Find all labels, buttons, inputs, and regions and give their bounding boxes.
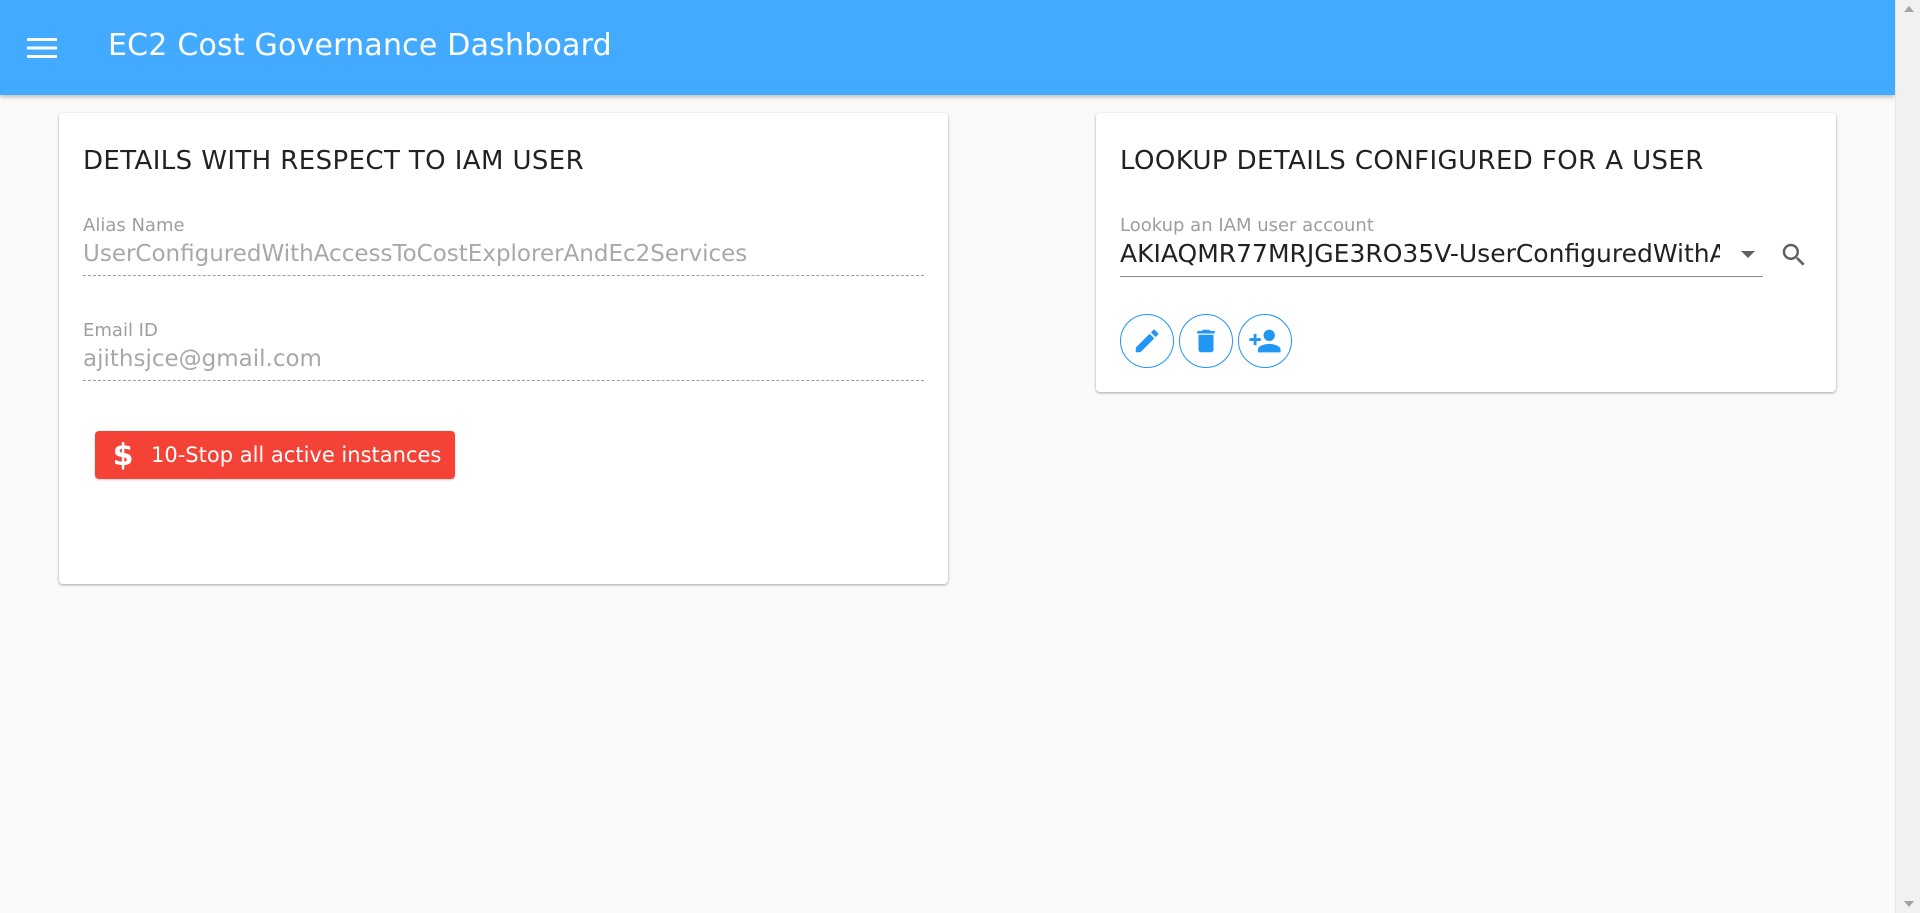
menu-icon xyxy=(27,38,57,58)
lookup-label: Lookup an IAM user account xyxy=(1120,215,1374,236)
iam-user-select-value: AKIAQMR77MRJGE3RO35V-UserConfiguredWithA… xyxy=(1120,239,1720,268)
app-title: EC2 Cost Governance Dashboard xyxy=(108,28,612,63)
alias-name-field: UserConfiguredWithAccessToCostExplorerAn… xyxy=(83,241,924,276)
card-title: DETAILS WITH RESPECT TO IAM USER xyxy=(83,146,585,176)
person-add-icon xyxy=(1249,329,1281,353)
app-bar: EC2 Cost Governance Dashboard xyxy=(0,0,1895,95)
search-icon xyxy=(1782,243,1805,266)
stop-all-instances-button[interactable]: $ 10-Stop all active instances xyxy=(95,431,455,479)
scroll-up-icon[interactable] xyxy=(1904,6,1914,12)
iam-user-details-card: DETAILS WITH RESPECT TO IAM USER Alias N… xyxy=(59,113,948,584)
iam-user-select[interactable]: AKIAQMR77MRJGE3RO35V-UserConfiguredWithA… xyxy=(1120,239,1763,277)
search-button[interactable] xyxy=(1776,237,1812,273)
scroll-down-icon[interactable] xyxy=(1904,901,1914,907)
delete-user-button[interactable] xyxy=(1179,314,1233,368)
edit-user-button[interactable] xyxy=(1120,314,1174,368)
dollar-icon: $ xyxy=(112,437,134,473)
email-id-label: Email ID xyxy=(83,320,158,341)
stop-all-instances-label: 10-Stop all active instances xyxy=(151,443,442,467)
add-user-button[interactable] xyxy=(1238,314,1292,368)
alias-name-label: Alias Name xyxy=(83,215,185,236)
menu-button[interactable] xyxy=(22,30,62,66)
card-title: LOOKUP DETAILS CONFIGURED FOR A USER xyxy=(1120,146,1704,176)
email-id-field: ajithsjce@gmail.com xyxy=(83,346,924,381)
lookup-user-card: LOOKUP DETAILS CONFIGURED FOR A USER Loo… xyxy=(1096,113,1836,392)
pencil-icon xyxy=(1135,329,1159,353)
vertical-scrollbar[interactable] xyxy=(1895,0,1920,913)
trash-icon xyxy=(1197,329,1215,353)
dropdown-arrow-icon xyxy=(1741,251,1755,258)
